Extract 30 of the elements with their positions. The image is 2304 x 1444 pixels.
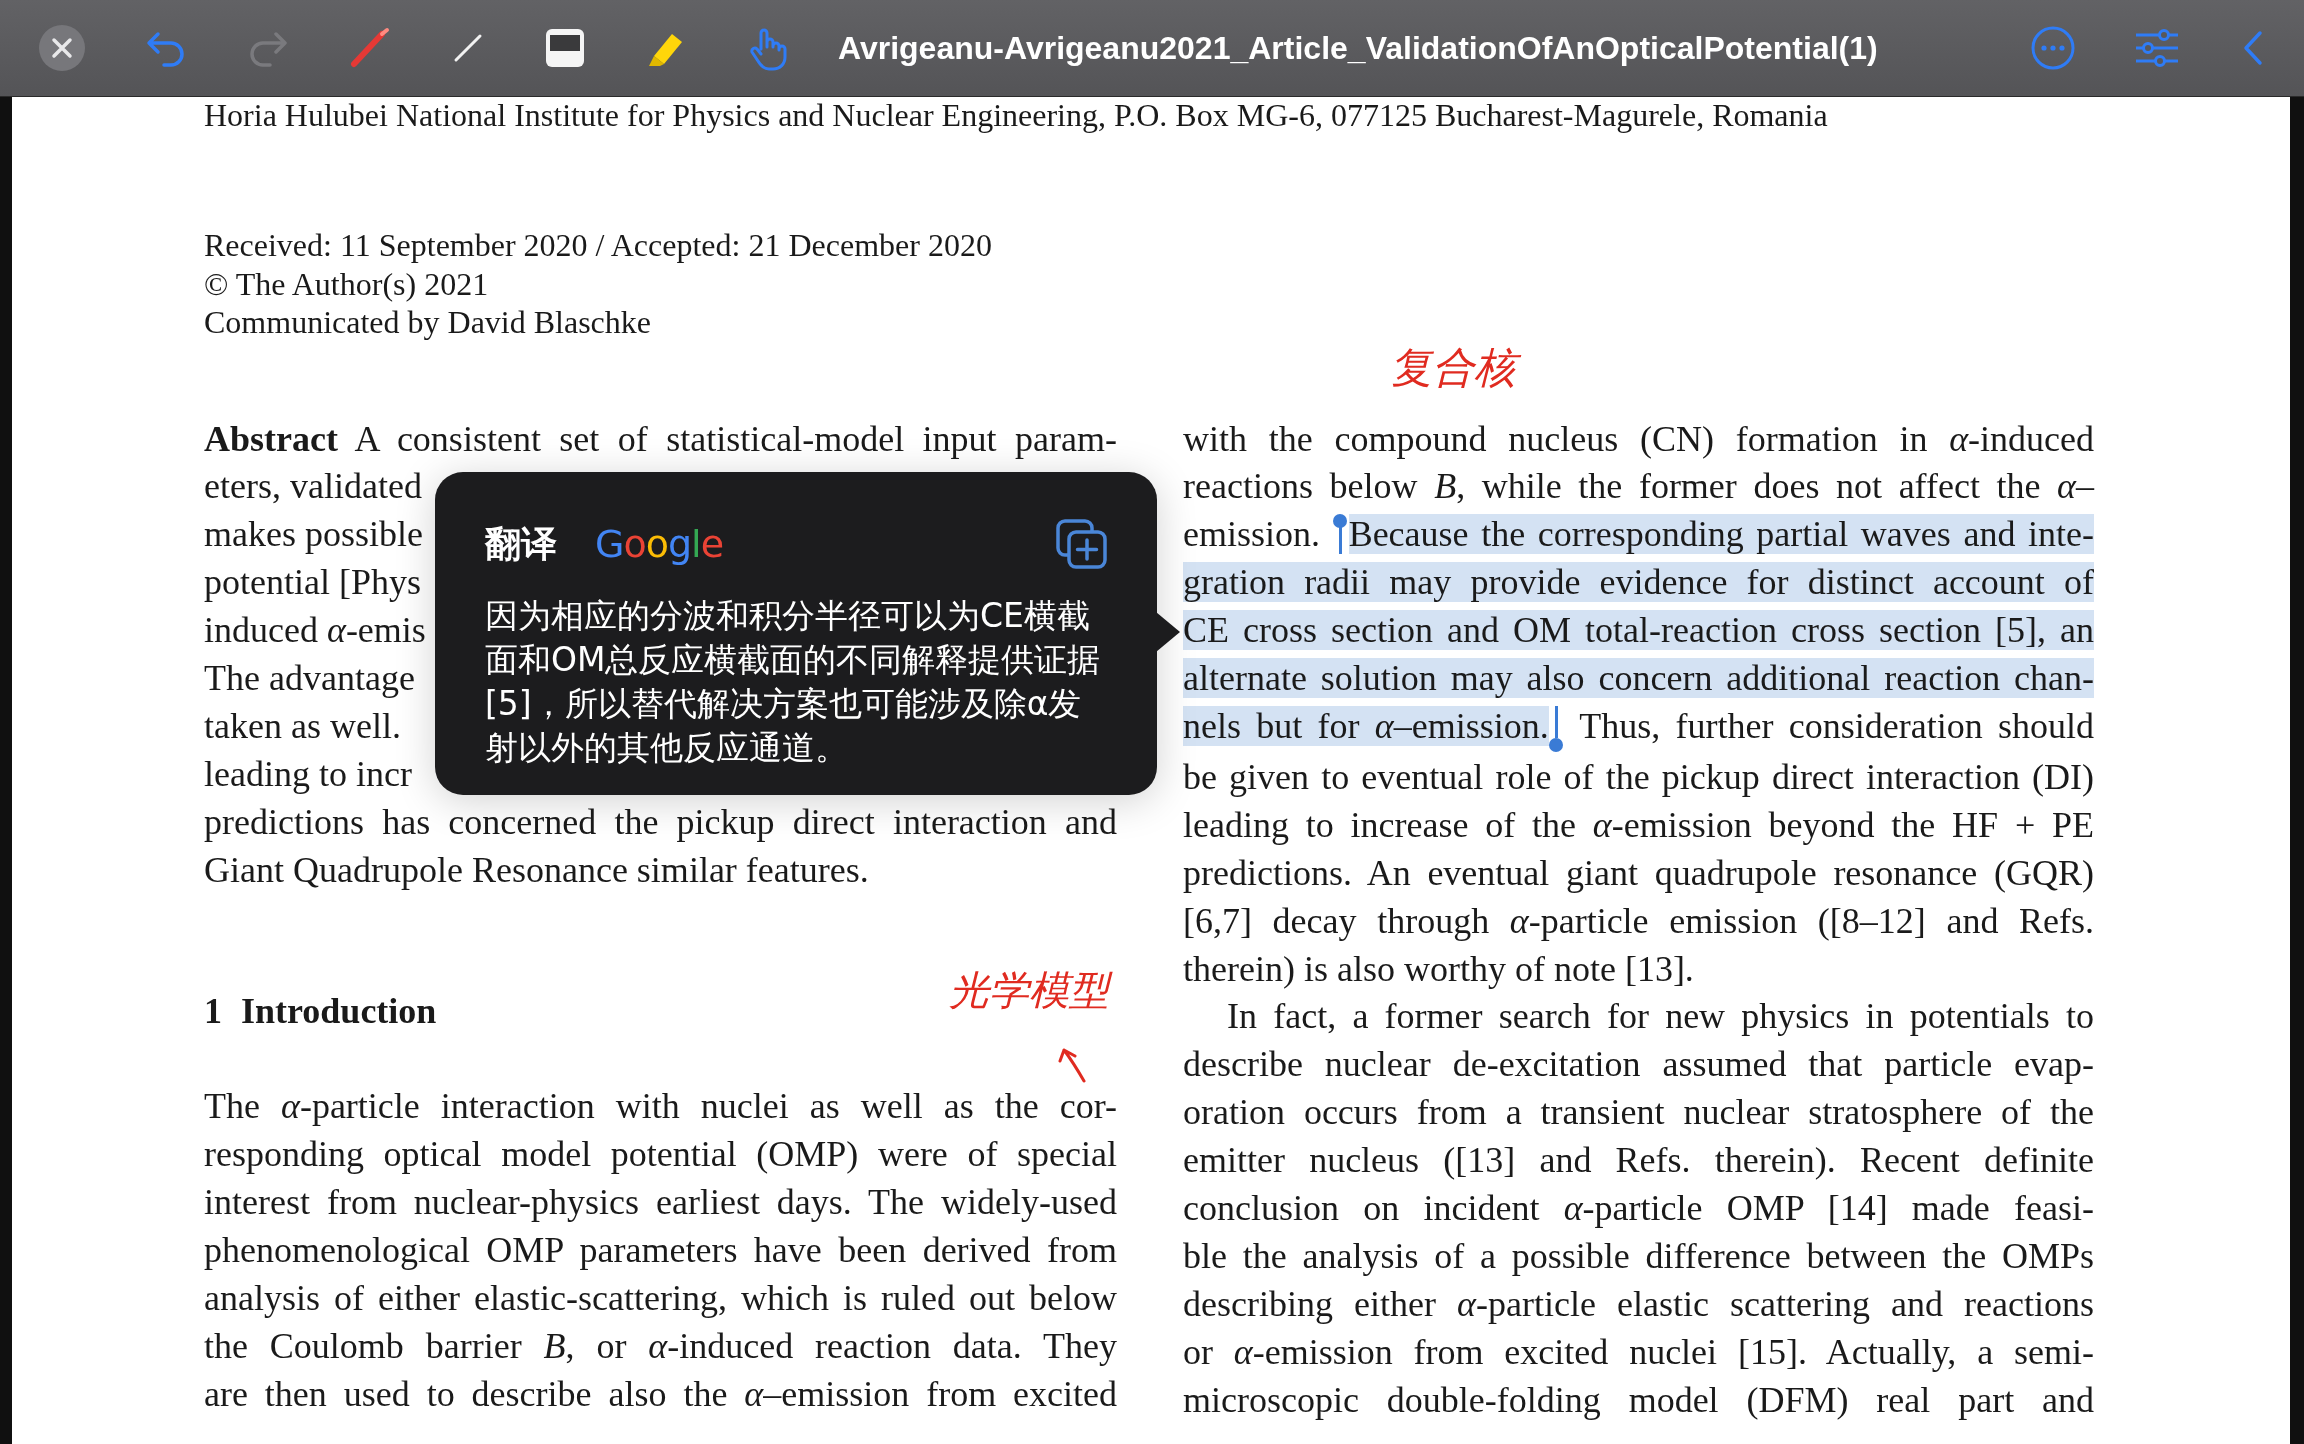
handwritten-note: 光学模型 [949,965,1117,1015]
abstract-text-fragment: eters, validated [204,465,422,509]
eraser-icon[interactable] [544,27,586,69]
selection-handle[interactable] [1332,514,1347,555]
affiliation-text: Horia Hulubei National Institute for Physics and Nuclear Engineering, P.O. Box MG-6, 077125 Bucharest-Magurele, Romania [204,97,1829,133]
selection-handle[interactable] [1548,705,1563,754]
document-title: Avrigeanu-Avrigeanu2021_Article_ValidationOfAnOpticalPotential(1) [838,29,1878,67]
section-heading: 1 Introduction [204,989,437,1033]
abstract-text-fragment: induced α-emis [204,609,426,653]
abstract-text-line: Abstract A consistent set of statistical-model input param- [204,417,1117,461]
close-button[interactable] [38,24,86,72]
body-paragraph: In fact, a former search for new physics in potentials to describe nuclear de-excitation assumed that particle evap- oration occurs from a transient nuclear stratosphere of the emitter nucleus ([13] and Refs. therein). Recent definite conclusion on incident α-particle OMP [14] made feasi- ble the analysis of a possible difference between the OMPs describing either α-particle elastic scattering and reactions or α-emission from excited nuclei [15]. Actually, a semi- microscopic double-folding model (DFM) real part and [1183,995,2094,1422]
abstract-text-fragment: leading to incr [204,752,412,796]
abstract-text-fragment: potential [Phys [204,561,421,605]
abstract-text-fragment: The advantage [204,657,415,701]
article-history-text: Received: 11 September 2020 / Accepted: 21 December 2020 [204,226,993,265]
article-history-text: © The Author(s) 2021 [204,264,490,303]
abstract-text-line: predictions has concerned the pickup direct interaction and [204,800,1117,844]
article-history-text: Communicated by David Blaschke [204,303,652,342]
copy-add-icon[interactable] [1055,518,1109,570]
abstract-text-line: Giant Quadrupole Resonance similar features. [204,848,870,892]
body-paragraph: with the compound nucleus (CN) formation in α-induced reactions below B, while the former does not affect the α– emission. Because the corresponding partial waves and inte- gration radii may provide evidence for distinct account of CE cross section and OM total-reaction cross section [5], an alternate solution may also concern additional reaction chan- nels but for α–emission. Thus, further consideration should be given to eventual role of the pickup direct interaction (DI) leading to increase of the α-emission beyond the HF + PE predictions. An eventual giant quadrupole resonance (GQR) [6,7] decay through α-particle emission ([8–12] and Refs. therein) is also worthy of note [13]. [1183,417,2094,991]
provider-logo: Google [595,522,724,566]
abstract-text-fragment: makes possible [204,513,423,557]
translation-text: 因为相应的分波和积分半径可以为CE横截面和OM总反应横截面的不同解释提供证据[5]，所以替代解决方案也可能涉及除α发射以外的其他反应通道。 [485,595,1102,769]
abstract-text-fragment: taken as well. [204,704,401,748]
popup-title: 翻译 [485,521,557,566]
body-paragraph: The α-particle interaction with nuclei as well as the cor- responding optical model potential (OMP) were of special interest from nuclear-physics earliest days. The widely-used phenomenological OMP parameters have been derived from analysis of either elastic-scattering, which is ruled out below the Coulomb barrier B, or α-induced reaction data. They are then used to describe also the α–emission from excited [204,1085,1117,1416]
settings-sliders-icon[interactable] [2134,28,2180,68]
handwritten-note: 复合核 [1390,342,1524,395]
